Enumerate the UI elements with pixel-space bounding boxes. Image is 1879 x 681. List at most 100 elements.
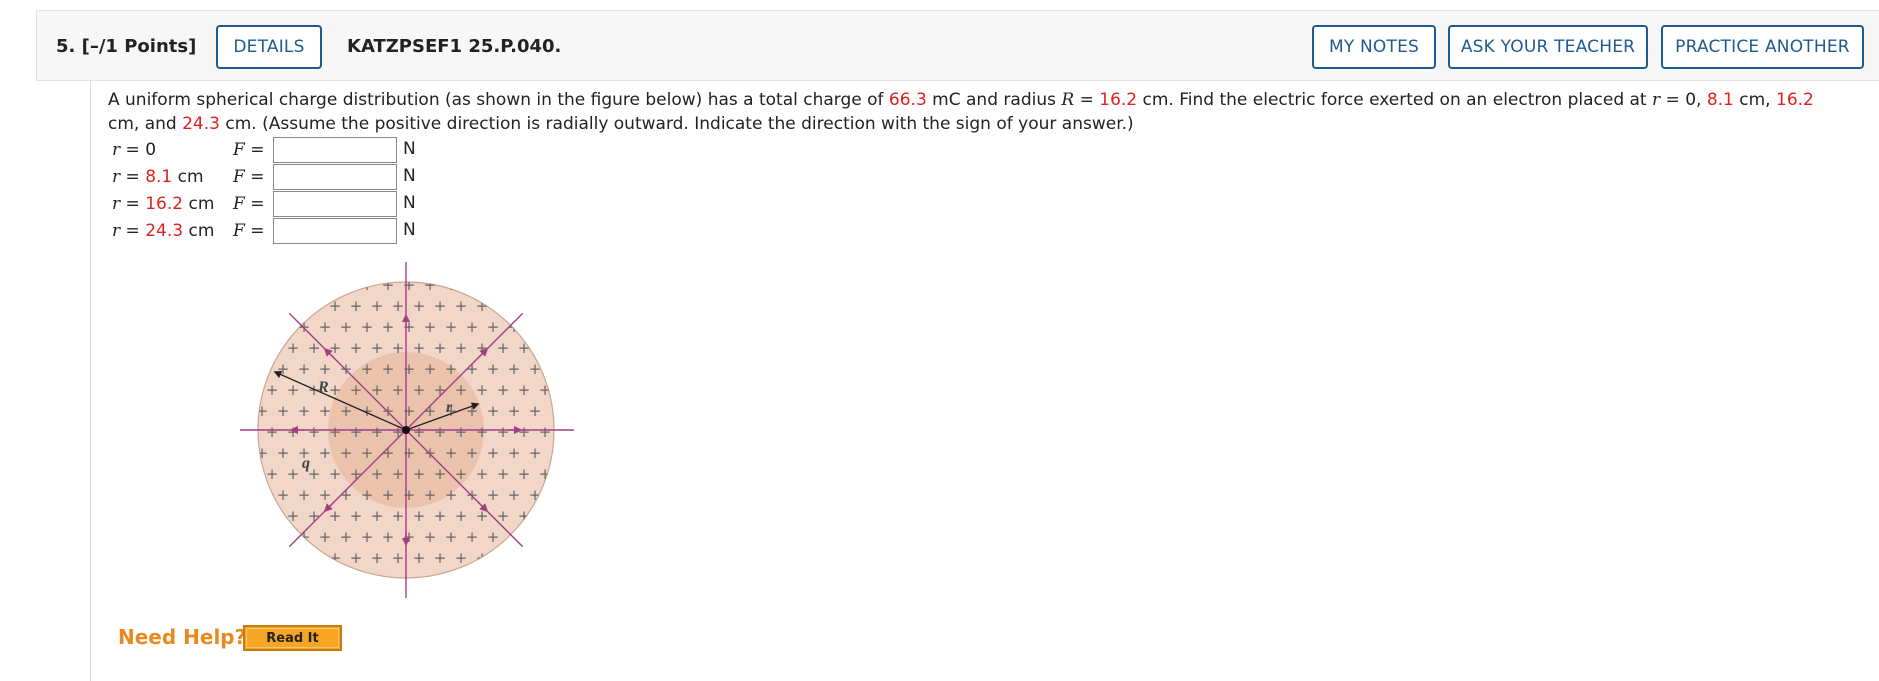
- plus-charge: +: [371, 507, 384, 525]
- plus-charge: +: [497, 465, 510, 483]
- plus-charge: +: [466, 318, 479, 336]
- plus-charge: +: [266, 465, 279, 483]
- plus-charge: +: [455, 423, 468, 441]
- plus-charge: +: [518, 507, 531, 525]
- plus-charge: +: [424, 276, 437, 294]
- plus-charge: +: [392, 507, 405, 525]
- force-answer-input[interactable]: [273, 164, 397, 190]
- plus-charge: +: [529, 360, 542, 378]
- force-answer-input[interactable]: [273, 137, 397, 163]
- plus-charge: +: [277, 486, 290, 504]
- plus-charge: +: [466, 276, 479, 294]
- plus-charge: +: [518, 465, 531, 483]
- plus-charge: +: [539, 549, 552, 567]
- plus-charge: +: [424, 360, 437, 378]
- plus-charge: +: [371, 549, 384, 567]
- radius-value: 16.2: [1099, 90, 1138, 110]
- plus-charge: +: [466, 444, 479, 462]
- plus-charge: +: [518, 423, 531, 441]
- plus-charge: +: [413, 297, 426, 315]
- plus-charge: +: [434, 423, 447, 441]
- plus-charge: +: [403, 360, 416, 378]
- plus-charge: +: [308, 549, 321, 567]
- need-help-label: Need Help?: [118, 625, 247, 649]
- plus-charge: +: [277, 528, 290, 546]
- plus-charge: +: [476, 549, 489, 567]
- plus-charge: +: [308, 423, 321, 441]
- plus-charge: +: [539, 507, 552, 525]
- plus-charge: +: [455, 339, 468, 357]
- plus-charge: +: [413, 381, 426, 399]
- plus-charge: +: [319, 402, 332, 420]
- f-label: F =: [233, 167, 265, 187]
- plus-charge: +: [445, 276, 458, 294]
- plus-charge: +: [529, 402, 542, 420]
- plus-charge: +: [382, 528, 395, 546]
- plus-charge: +: [508, 276, 521, 294]
- plus-charge: +: [392, 297, 405, 315]
- plus-charge: +: [455, 507, 468, 525]
- force-answer-input[interactable]: [273, 191, 397, 217]
- plus-charge: +: [413, 507, 426, 525]
- plus-charge: +: [256, 402, 269, 420]
- practice-another-button[interactable]: PRACTICE ANOTHER: [1661, 25, 1864, 69]
- plus-charge: +: [497, 297, 510, 315]
- plus-charge: +: [529, 318, 542, 336]
- plus-charge: +: [287, 297, 300, 315]
- plus-charge: +: [445, 444, 458, 462]
- plus-charge: +: [319, 444, 332, 462]
- plus-charge: +: [371, 465, 384, 483]
- plus-charge: +: [350, 549, 363, 567]
- plus-charge: +: [403, 486, 416, 504]
- plus-charge: +: [340, 276, 353, 294]
- plus-charge: +: [298, 402, 311, 420]
- plus-charge: +: [392, 381, 405, 399]
- plus-charge: +: [529, 528, 542, 546]
- plus-charge: +: [382, 318, 395, 336]
- plus-charge: +: [329, 423, 342, 441]
- plus-charge: +: [403, 318, 416, 336]
- plus-charge: +: [266, 381, 279, 399]
- plus-charge: +: [287, 465, 300, 483]
- plus-charge: +: [287, 381, 300, 399]
- plus-charge: +: [539, 297, 552, 315]
- question-number-points: 5. [–/1 Points]: [56, 36, 197, 57]
- plus-charge: +: [287, 549, 300, 567]
- plus-charge: +: [266, 297, 279, 315]
- plus-charge: +: [319, 360, 332, 378]
- plus-charge: +: [287, 507, 300, 525]
- plus-charge: +: [487, 444, 500, 462]
- plus-charge: +: [487, 486, 500, 504]
- plus-charge: +: [266, 549, 279, 567]
- plus-charge: +: [403, 444, 416, 462]
- plus-charge: +: [361, 486, 374, 504]
- plus-charge: +: [287, 423, 300, 441]
- plus-charge: +: [487, 318, 500, 336]
- plus-charge: +: [413, 465, 426, 483]
- center-point: [402, 426, 410, 434]
- plus-charge: +: [476, 465, 489, 483]
- plus-charge: +: [497, 549, 510, 567]
- plus-charge: +: [455, 549, 468, 567]
- details-button[interactable]: DETAILS: [216, 25, 322, 69]
- my-notes-button[interactable]: MY NOTES: [1312, 25, 1436, 69]
- problem-statement: A uniform spherical charge distribution …: [108, 90, 1814, 134]
- plus-charge: +: [382, 360, 395, 378]
- plus-charge: +: [466, 528, 479, 546]
- plus-charge: +: [298, 276, 311, 294]
- plus-charge: +: [340, 318, 353, 336]
- plus-charge: +: [434, 297, 447, 315]
- ask-your-teacher-button[interactable]: ASK YOUR TEACHER: [1448, 25, 1648, 69]
- charged-sphere-figure: + + + + + + + + + + + + + + + + + + + + + + + + + + + + + + + + + + + + + + + +…: [240, 262, 574, 598]
- r-label: r = 16.2 cm: [112, 194, 215, 214]
- plus-charge: +: [445, 318, 458, 336]
- plus-charge: +: [424, 486, 437, 504]
- plus-charge: +: [403, 276, 416, 294]
- f-label: F =: [233, 194, 265, 214]
- plus-charge: +: [371, 423, 384, 441]
- plus-charge: +: [319, 528, 332, 546]
- plus-charge: +: [434, 507, 447, 525]
- read-it-button[interactable]: Read It: [243, 625, 342, 651]
- plus-charge: +: [497, 423, 510, 441]
- force-answer-input[interactable]: [273, 218, 397, 244]
